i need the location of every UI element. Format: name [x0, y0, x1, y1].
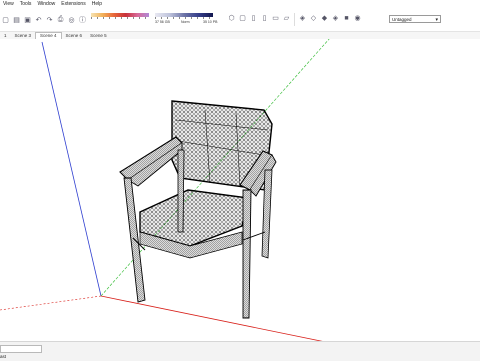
open-icon[interactable]: ▤	[12, 15, 21, 25]
save-icon[interactable]: ▣	[23, 15, 32, 25]
status-text: ast	[0, 354, 7, 359]
status-bar: ast	[0, 341, 480, 361]
memory-gauge-free: 37 56 GB Norm 35 10 PB	[155, 13, 220, 27]
chevron-down-icon: ▾	[435, 17, 438, 23]
top-view-icon[interactable]: ▢	[238, 13, 247, 23]
memory-free-label: Norm	[181, 20, 190, 24]
new-icon[interactable]: ▢	[1, 15, 10, 25]
back-view-icon[interactable]: ▭	[271, 13, 280, 23]
wireframe-icon[interactable]: ◇	[309, 13, 318, 23]
xray-icon[interactable]: ◈	[298, 13, 307, 23]
menu-help[interactable]: Help	[89, 0, 105, 9]
hidden-line-icon[interactable]: ◆	[320, 13, 329, 23]
info-icon[interactable]: ⓘ	[78, 15, 87, 25]
menu-window[interactable]: Window	[34, 0, 58, 9]
print-icon[interactable]: ⎙	[56, 15, 65, 25]
memory-gauge-used	[91, 13, 151, 27]
memory-used-label: 37 56 GB	[155, 20, 170, 24]
front-view-icon[interactable]: ▯	[249, 13, 258, 23]
menu-tools[interactable]: Tools	[17, 0, 35, 9]
menu-bar: View Tools Window Extensions Help	[0, 0, 480, 9]
memory-total-label: 35 10 PB	[203, 20, 218, 24]
tag-dropdown[interactable]: Untagged ▾	[389, 15, 441, 23]
shaded-icon[interactable]: ◈	[331, 13, 340, 23]
tag-dropdown-value: Untagged	[392, 17, 412, 22]
menu-extensions[interactable]: Extensions	[58, 0, 88, 9]
monochrome-icon[interactable]: ◉	[353, 13, 362, 23]
iso-view-icon[interactable]: ⬡	[227, 13, 236, 23]
red-axis	[100, 295, 323, 341]
menu-view[interactable]: View	[0, 0, 17, 9]
model-viewport[interactable]	[0, 39, 480, 341]
left-view-icon[interactable]: ▱	[282, 13, 291, 23]
undo-icon[interactable]: ↶	[34, 15, 43, 25]
view-toolbar: ⬡ ▢ ▯ ▯ ▭ ▱ ◈ ◇ ◆ ◈ ■ ◉	[226, 13, 363, 26]
viewport-canvas	[0, 39, 330, 341]
chair-model	[119, 100, 277, 319]
textured-icon[interactable]: ■	[342, 13, 351, 23]
orbit-icon[interactable]: ◎	[67, 15, 76, 25]
measurements-box[interactable]	[0, 345, 42, 353]
blue-axis	[41, 41, 102, 297]
tab-scene-4[interactable]: Scene 4	[35, 32, 62, 39]
redo-icon[interactable]: ↷	[45, 15, 54, 25]
right-view-icon[interactable]: ▯	[260, 13, 269, 23]
